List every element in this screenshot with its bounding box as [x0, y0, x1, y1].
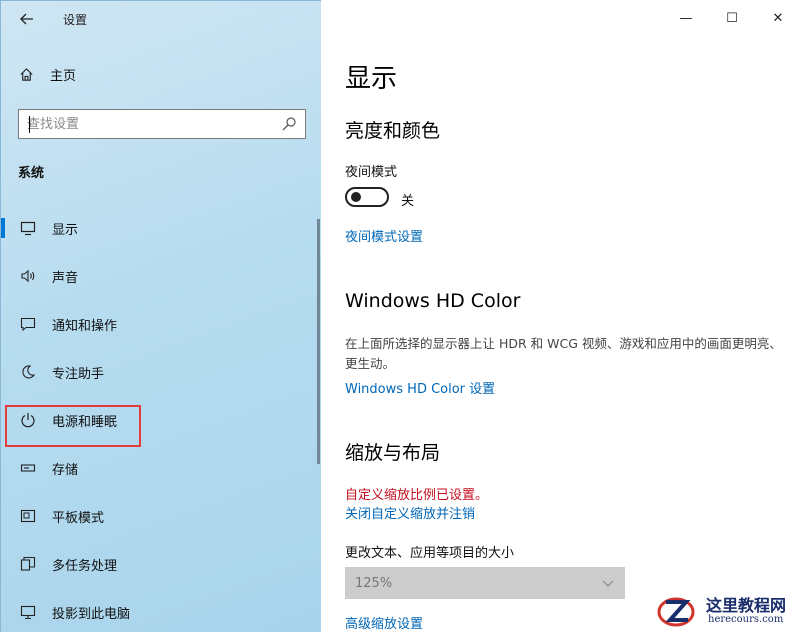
size-label: 更改文本、应用等项目的大小 [345, 546, 515, 561]
section-title: 系统 [18, 166, 45, 181]
brightness-heading: 亮度和颜色 [345, 120, 441, 142]
sidebar-item-label: 显示 [52, 222, 79, 238]
storage-icon [20, 464, 36, 472]
night-mode-label: 夜间模式 [345, 165, 398, 180]
message-icon [20, 317, 36, 332]
night-mode-toggle[interactable] [345, 187, 389, 207]
sidebar-item-label: 多任务处理 [52, 558, 118, 574]
sidebar-item-tablet-mode[interactable]: 平板模式 [1, 493, 301, 539]
speaker-icon [21, 269, 35, 283]
scale-dropdown-value: 125% [355, 575, 393, 591]
close-icon: ✕ [772, 10, 784, 26]
sidebar-item-label: 专注助手 [52, 366, 105, 382]
sidebar-item-multitasking[interactable]: 多任务处理 [1, 541, 301, 587]
hdr-settings-link[interactable]: Windows HD Color 设置 [345, 378, 495, 397]
custom-scale-warning: 自定义缩放比例已设置。 [345, 488, 489, 503]
maximize-icon: ☐ [726, 10, 738, 26]
sidebar-item-label: 存储 [52, 462, 79, 478]
search-box[interactable] [18, 109, 306, 139]
sidebar-item-focus-assist[interactable]: 专注助手 [1, 349, 301, 395]
sidebar: 设置 主页 系统 显示 声音 通知和操作 专注助手 电源和睡眠 存储 平板模式 [0, 0, 321, 632]
close-button[interactable]: ✕ [763, 8, 793, 28]
maximize-button[interactable]: ☐ [717, 8, 747, 28]
sidebar-item-label: 投影到此电脑 [52, 606, 131, 622]
chevron-down-icon [602, 580, 614, 587]
night-mode-state: 关 [401, 194, 415, 209]
disable-custom-scale-link[interactable]: 关闭自定义缩放并注销 [345, 503, 475, 522]
hdr-description: 在上面所选择的显示器上让 HDR 和 WCG 视频、游戏和应用中的画面更明亮、更… [345, 336, 782, 371]
watermark-subtext: herecours.com [708, 614, 784, 625]
highlight-box [5, 405, 141, 447]
sidebar-item-label: 平板模式 [52, 510, 105, 526]
sidebar-item-label: 声音 [52, 270, 79, 286]
advanced-scale-link[interactable]: 高级缩放设置 [345, 613, 423, 632]
monitor-icon [20, 221, 36, 236]
minimize-icon: — [679, 10, 693, 26]
tablet-icon [20, 509, 36, 523]
hdr-heading: Windows HD Color [345, 290, 521, 312]
home-icon [20, 68, 33, 81]
night-mode-settings-link[interactable]: 夜间模式设置 [345, 226, 423, 245]
page-title: 显示 [345, 64, 398, 94]
sidebar-item-notifications[interactable]: 通知和操作 [1, 301, 301, 347]
sidebar-item-label: 主页 [50, 69, 77, 84]
sidebar-item-storage[interactable]: 存储 [1, 445, 301, 491]
watermark-text: 这里教程网 [706, 596, 787, 615]
main-content: — ☐ ✕ 显示 亮度和颜色 夜间模式 关 夜间模式设置 Windows HD … [321, 0, 800, 632]
minimize-button[interactable]: — [671, 8, 701, 28]
sidebar-item-home[interactable]: 主页 [19, 65, 76, 84]
scale-heading: 缩放与布局 [345, 442, 441, 464]
search-icon[interactable] [281, 116, 297, 132]
moon-icon [22, 365, 36, 379]
text-caret [29, 116, 30, 133]
multitask-icon [20, 556, 36, 571]
app-title: 设置 [63, 13, 88, 27]
search-input[interactable] [27, 111, 267, 137]
watermark: 这里教程网 herecours.com [652, 588, 800, 632]
sidebar-item-project[interactable]: 投影到此电脑 [1, 589, 301, 632]
back-arrow-icon [20, 13, 33, 25]
scale-dropdown[interactable]: 125% [345, 567, 625, 599]
project-icon [20, 605, 36, 620]
toggle-knob [351, 192, 361, 202]
sidebar-item-display[interactable]: 显示 [1, 205, 301, 251]
sidebar-item-label: 通知和操作 [52, 318, 118, 334]
sidebar-scrollbar[interactable] [317, 219, 320, 464]
sidebar-item-sound[interactable]: 声音 [1, 253, 301, 299]
watermark-logo-icon [657, 597, 695, 627]
back-button[interactable] [13, 7, 41, 31]
